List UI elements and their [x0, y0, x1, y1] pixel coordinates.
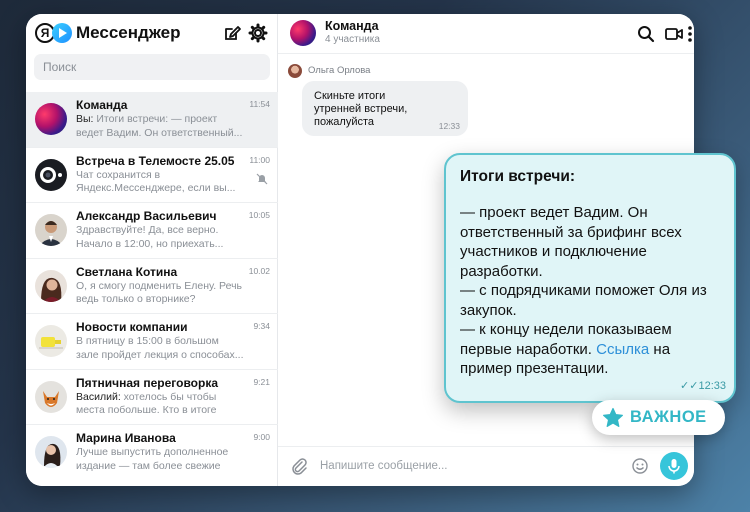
chat-time: 9:21 — [253, 376, 270, 387]
preview-sender: Вы: — [76, 113, 94, 125]
chat-time: 11:00 — [249, 154, 270, 165]
camera-icon — [35, 158, 67, 191]
avatar — [35, 380, 67, 413]
gear-icon[interactable] — [248, 23, 268, 43]
important-badge[interactable]: ВАЖНОЕ — [592, 400, 725, 435]
chat-item-komanda[interactable]: Команда 11:54 Вы: Итоги встречи: — проек… — [26, 92, 278, 148]
compose-icon[interactable] — [222, 23, 242, 43]
avatar — [35, 214, 67, 246]
chat-name: Пятничная переговорка — [76, 375, 219, 390]
chat-name: Александр Васильевич — [76, 209, 217, 223]
search-input[interactable] — [34, 54, 270, 80]
highlight-time-value: 12:33 — [698, 380, 726, 392]
preview-sender: Василий: — [76, 390, 121, 403]
chat-preview: Здравствуйте! Да, все верно. Начало в 12… — [76, 224, 224, 250]
chat-item-svetlana[interactable]: Светлана Котина 10.02 О, я смогу подмени… — [26, 259, 278, 314]
preview-text: Итоги встречи: — проект ведет Вадим. Он … — [76, 113, 243, 139]
message-text: Скиньте итоги утренней встречи, пожалуйс… — [314, 90, 408, 128]
highlight-title: Итоги встречи: — [460, 168, 576, 185]
highlight-link[interactable]: Ссылка — [596, 341, 649, 358]
voice-message-button[interactable] — [660, 452, 688, 480]
avatar — [35, 325, 67, 357]
chat-preview: Чат сохранится в Яндекс.Мессенджере, есл… — [76, 168, 236, 195]
chat-item-friday-room[interactable]: Пятничная переговорка 9:21 Василий: хоте… — [26, 370, 278, 425]
app-title: Мессенджер — [76, 23, 181, 42]
chat-time: 10.02 — [248, 265, 270, 276]
avatar — [35, 436, 67, 468]
chat-name: Светлана Котина — [76, 264, 178, 279]
messenger-logo-icon — [52, 23, 72, 43]
chat-item-news[interactable]: Новости компании 9:34 В пятницу в 15:00 … — [26, 314, 278, 370]
avatar — [35, 269, 67, 302]
sender-name: Ольга Орлова — [308, 65, 371, 76]
message-time: 12:33 — [438, 121, 460, 131]
attach-icon[interactable] — [290, 457, 308, 475]
chat-name: Марина Иванова — [76, 431, 176, 445]
highlight-body: — проект ведет Вадим. Он ответственный з… — [460, 203, 720, 379]
chat-name: Новости компании — [76, 320, 188, 334]
chat-list: Команда 11:54 Вы: Итоги встречи: — проек… — [26, 92, 278, 481]
message-composer — [278, 446, 694, 486]
video-call-icon[interactable] — [664, 24, 684, 44]
message-input[interactable] — [320, 455, 620, 477]
chat-time: 11:54 — [249, 99, 270, 109]
chat-avatar[interactable] — [290, 20, 316, 46]
star-icon — [603, 407, 623, 427]
highlighted-message-card[interactable]: Итоги встречи: — проект ведет Вадим. Он … — [444, 153, 736, 403]
chat-item-alexander[interactable]: Александр Васильевич 10:05 Здравствуйте!… — [26, 203, 278, 259]
chat-item-marina[interactable]: Марина Иванова 9:00 Лучше выпустить допо… — [26, 425, 278, 481]
chat-preview: В пятницу в 15:00 в большом зале пройдет… — [76, 335, 244, 361]
chat-item-telemost[interactable]: Встреча в Телемосте 25.05 ... 11:00 Чат … — [26, 148, 278, 203]
chat-time: 10:05 — [248, 210, 270, 220]
avatar — [35, 103, 67, 135]
search-icon[interactable] — [636, 24, 656, 44]
chat-preview: О, я смогу подменить Елену. Речь ведь то… — [76, 279, 243, 306]
chat-members-count: 4 участника — [325, 34, 380, 45]
more-vertical-icon[interactable] — [686, 24, 694, 44]
chat-name: Команда — [76, 98, 128, 112]
chat-time: 9:00 — [253, 432, 270, 442]
chat-preview: Вы: Итоги встречи: — проект ведет Вадим.… — [76, 113, 244, 140]
read-checkmarks-icon: ✓✓ — [680, 380, 699, 392]
chat-title: Команда — [325, 19, 379, 33]
chat-header: Команда 4 участника — [278, 14, 694, 54]
highlight-time: ✓✓12:33 — [680, 379, 726, 392]
badge-label: ВАЖНОЕ — [630, 408, 707, 426]
microphone-icon — [668, 459, 680, 474]
chat-preview: Лучше выпустить дополненное издание — та… — [76, 446, 229, 472]
emoji-icon[interactable] — [632, 458, 648, 474]
chat-name: Встреча в Телемосте 25.05 ... — [76, 153, 236, 168]
message-bubble[interactable]: Скиньте итоги утренней встречи, пожалуйс… — [302, 81, 468, 136]
sender-avatar[interactable] — [288, 64, 302, 78]
muted-bell-icon — [256, 173, 268, 184]
highlight-text: — проект ведет Вадим. Он ответственный з… — [460, 204, 707, 358]
chat-preview: Василий: хотелось бы чтобы места побольш… — [76, 391, 244, 418]
chat-time: 9:34 — [253, 321, 270, 331]
sidebar-header: Я Мессенджер — [26, 14, 278, 54]
sidebar: Я Мессенджер Команда — [26, 14, 278, 486]
